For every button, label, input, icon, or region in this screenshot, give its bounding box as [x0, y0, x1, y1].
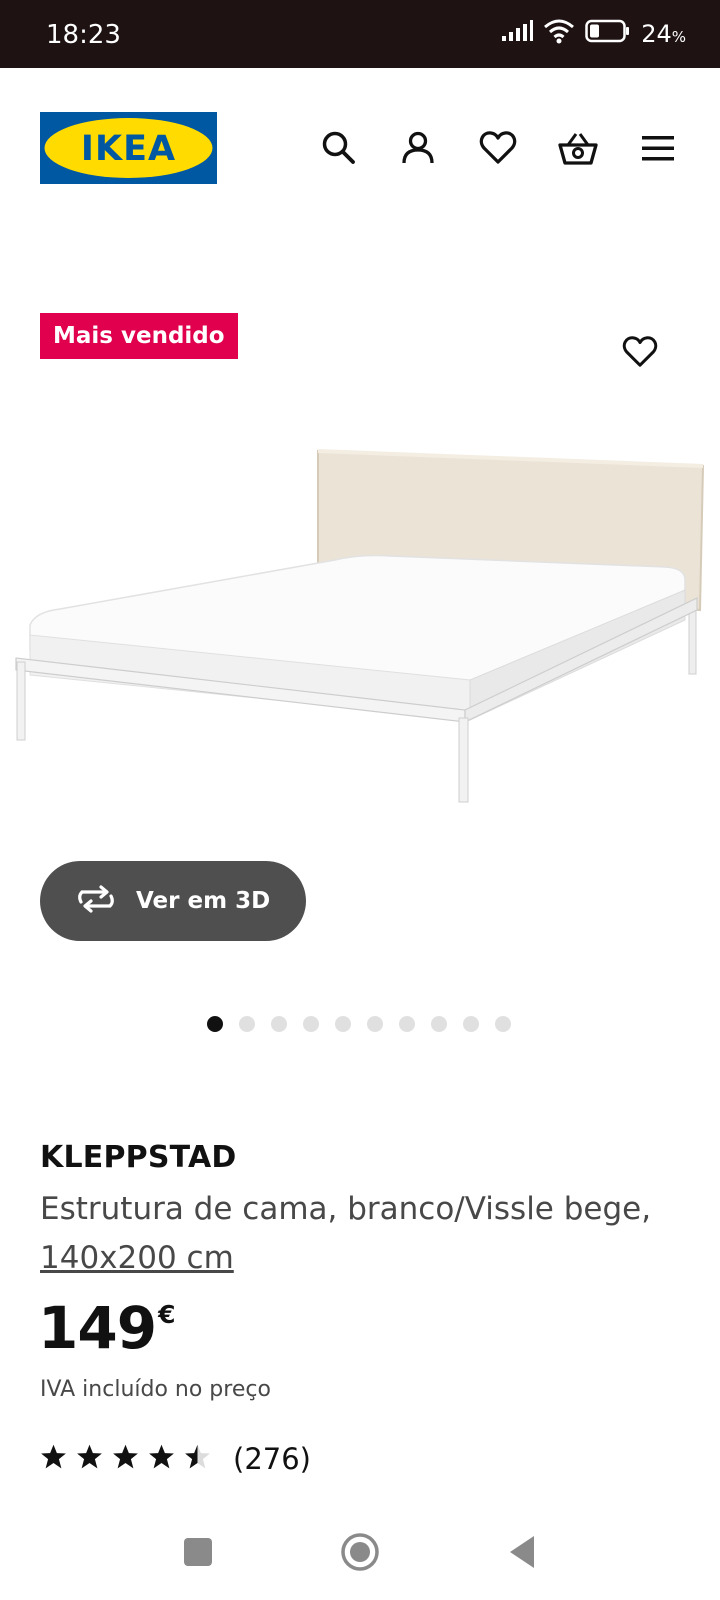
review-count[interactable]: (276) [233, 1442, 311, 1476]
status-time: 18:23 [46, 20, 121, 50]
gallery-dot[interactable] [303, 1016, 319, 1032]
product-rating[interactable]: (276) [40, 1442, 311, 1476]
star-icon [76, 1443, 103, 1475]
signal-icon [501, 20, 534, 47]
product-description: Estrutura de cama, branco/Vissle bege, 1… [40, 1185, 680, 1283]
status-bar: 18:23 24% [0, 0, 720, 68]
battery-percent: 24% [641, 19, 686, 48]
gallery-dot[interactable] [431, 1016, 447, 1032]
gallery-dot[interactable] [367, 1016, 383, 1032]
price-currency: € [158, 1300, 176, 1329]
gallery-dot[interactable] [463, 1016, 479, 1032]
bestseller-badge: Mais vendido [40, 313, 238, 359]
add-to-wishlist-button[interactable] [616, 330, 664, 378]
home-icon[interactable] [338, 1530, 382, 1574]
gallery-dot[interactable] [495, 1016, 511, 1032]
rating-stars [40, 1443, 211, 1475]
view-3d-button[interactable]: Ver em 3D [40, 861, 306, 941]
system-navigation-bar [0, 1500, 720, 1600]
vat-note: IVA incluído no preço [40, 1377, 271, 1402]
svg-text:IKEA: IKEA [81, 129, 176, 169]
status-icons: 24% [501, 18, 686, 49]
star-icon [184, 1443, 211, 1475]
star-icon [112, 1443, 139, 1475]
search-icon[interactable] [317, 126, 361, 170]
gallery-dot[interactable] [207, 1016, 223, 1032]
star-icon [40, 1443, 67, 1475]
gallery-pagination [207, 1016, 511, 1032]
cart-icon[interactable] [556, 126, 600, 170]
view-3d-label: Ver em 3D [136, 888, 271, 914]
battery-icon [585, 19, 631, 48]
wishlist-icon[interactable] [476, 126, 520, 170]
product-description-text: Estrutura de cama, branco/Vissle bege, [40, 1191, 652, 1227]
ikea-logo[interactable]: IKEA [40, 112, 217, 184]
gallery-dot[interactable] [271, 1016, 287, 1032]
wifi-icon [543, 18, 575, 49]
heart-icon [622, 335, 658, 374]
gallery-dot[interactable] [239, 1016, 255, 1032]
product-name: KLEPPSTAD [40, 1140, 237, 1175]
product-price: 149 € [38, 1296, 175, 1360]
recents-icon[interactable] [176, 1530, 220, 1574]
gallery-dot[interactable] [399, 1016, 415, 1032]
product-size-link[interactable]: 140x200 cm [40, 1240, 234, 1276]
product-image[interactable] [0, 430, 720, 830]
back-icon[interactable] [500, 1530, 544, 1574]
rotate-3d-icon [74, 884, 118, 919]
site-header: IKEA [0, 68, 720, 228]
account-icon[interactable] [396, 126, 440, 170]
price-integer: 149 [38, 1294, 157, 1362]
gallery-dot[interactable] [335, 1016, 351, 1032]
star-icon [148, 1443, 175, 1475]
menu-icon[interactable] [636, 126, 680, 170]
